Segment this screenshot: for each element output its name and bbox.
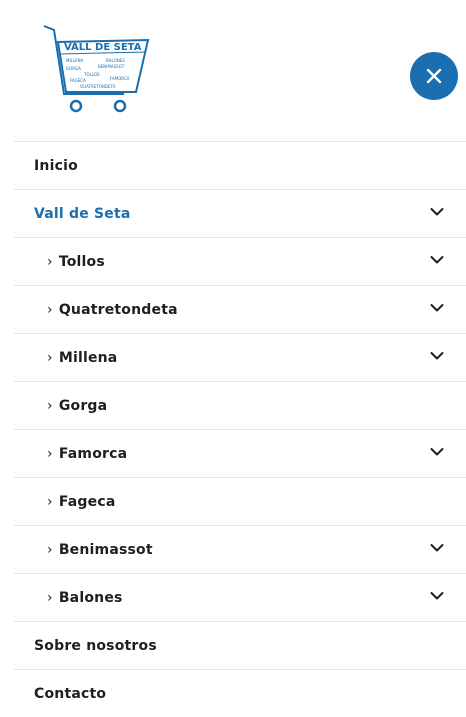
vall-de-seta-logo[interactable]: VALL DE SETA MILLENA BALONES GORGA BENIMASS… [40,22,152,118]
chevron-down-icon[interactable] [430,255,444,265]
menu-item-sobre-nosotros[interactable]: Sobre nosotros [14,621,466,669]
close-icon [426,68,442,84]
logo-town-text: BENIMASSOT [98,64,125,69]
menu-item-label: Inicio [34,158,78,174]
chevron-right-icon: › [47,397,53,414]
chevron-right-icon: › [47,301,53,318]
menu-item-tollos[interactable]: › Tollos [14,237,466,285]
menu-item-label: Contacto [34,686,106,702]
menu-item-quatretondeta[interactable]: › Quatretondeta [14,285,466,333]
menu-item-text: Gorga [58,397,108,414]
menu-header: VALL DE SETA MILLENA BALONES GORGA BENIMASS… [0,0,466,140]
menu-item-text: Balones [58,589,123,606]
logo-town-text: MILLENA [66,58,84,63]
menu-item-label: Vall de Seta [34,206,131,222]
menu-item-text: Benimassot [58,541,153,558]
logo-title: VALL DE SETA [64,42,142,53]
chevron-right-icon: › [47,253,53,270]
chevron-down-icon[interactable] [430,447,444,457]
menu-item-label: › Quatretondeta [47,302,178,318]
menu-item-label: › Tollos [47,254,105,270]
menu-item-fageca[interactable]: › Fageca [14,477,466,525]
menu-item-label: › Benimassot [47,542,153,558]
menu-item-text: Tollos [58,253,105,270]
navigation-menu: Inicio Vall de Seta › Tollos › Quatretondeta ›… [14,141,466,717]
chevron-right-icon: › [47,349,53,366]
menu-item-text: Inicio [34,157,78,174]
close-menu-button[interactable] [410,52,458,100]
logo-town-text: GORGA [66,66,81,71]
menu-item-label: › Gorga [47,398,107,414]
menu-item-label: › Millena [47,350,117,366]
menu-item-balones[interactable]: › Balones [14,573,466,621]
menu-item-millena[interactable]: › Millena [14,333,466,381]
chevron-down-icon[interactable] [430,351,444,361]
menu-item-text: Sobre nosotros [34,637,157,654]
menu-item-text: Vall de Seta [34,205,131,222]
menu-item-text: Fageca [58,493,116,510]
menu-item-text: Quatretondeta [58,301,178,318]
logo-town-text: TOLLOS [83,72,100,77]
logo-town-text: QUATRETONDETA [80,84,116,89]
chevron-right-icon: › [47,493,53,510]
chevron-down-icon[interactable] [430,543,444,553]
logo-town-text: BALONES [106,58,125,63]
logo-town-text: FAGECA [70,78,86,83]
menu-item-inicio[interactable]: Inicio [14,141,466,189]
menu-item-text: Famorca [58,445,128,462]
chevron-down-icon[interactable] [430,303,444,313]
menu-item-vall-de-seta[interactable]: Vall de Seta [14,189,466,237]
menu-item-label: › Balones [47,590,123,606]
menu-item-text: Millena [58,349,118,366]
menu-item-label: › Famorca [47,446,127,462]
menu-item-label: › Fageca [47,494,115,510]
logo-town-text: FAMORCA [110,76,130,81]
menu-item-gorga[interactable]: › Gorga [14,381,466,429]
chevron-down-icon[interactable] [430,207,444,217]
chevron-right-icon: › [47,589,53,606]
chevron-right-icon: › [47,445,53,462]
menu-item-text: Contacto [34,685,107,702]
menu-item-contacto[interactable]: Contacto [14,669,466,717]
menu-item-label: Sobre nosotros [34,638,157,654]
menu-item-benimassot[interactable]: › Benimassot [14,525,466,573]
chevron-right-icon: › [47,541,53,558]
chevron-down-icon[interactable] [430,591,444,601]
menu-item-famorca[interactable]: › Famorca [14,429,466,477]
